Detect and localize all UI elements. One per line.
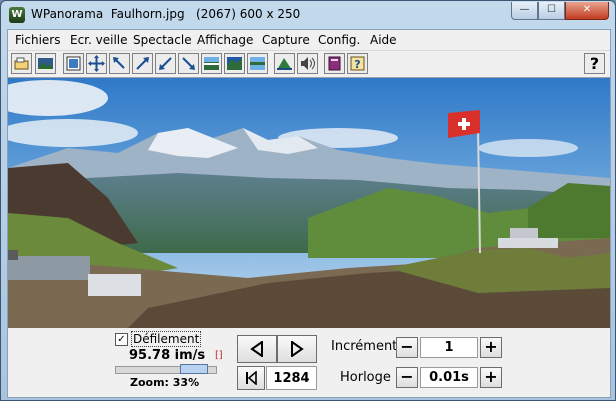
scroll-label[interactable]: Défilement	[131, 331, 202, 347]
sound-icon	[301, 57, 315, 70]
minimize-button[interactable]: —	[511, 2, 538, 20]
menu-affichage[interactable]: Affichage	[197, 33, 253, 47]
picture-icon	[38, 58, 53, 69]
sound-button[interactable]	[297, 53, 318, 74]
skip-start-icon	[246, 371, 257, 385]
speed-readout: 95.78 im/s	[129, 348, 206, 363]
zoom-slider[interactable]	[115, 364, 217, 374]
zoom-slider-thumb[interactable]	[179, 364, 208, 374]
arrow-upright-button[interactable]	[132, 53, 153, 74]
first-frame-button[interactable]	[237, 366, 265, 390]
title-bar[interactable]: W WPanorama Faulhorn.jpg (2067) 600 x 25…	[1, 1, 615, 29]
fit-window-icon	[66, 56, 81, 71]
landscape-button[interactable]	[274, 53, 295, 74]
increment-field[interactable]: 1	[420, 337, 478, 358]
help-button[interactable]: ?	[584, 53, 605, 74]
shrink-icon	[113, 57, 125, 69]
landscape-icon	[277, 58, 292, 70]
clock-field[interactable]: 0.01s	[420, 367, 478, 388]
panorama-top-icon	[204, 57, 219, 70]
panorama-bottom-button[interactable]	[247, 53, 268, 74]
arrow-downright-button[interactable]	[178, 53, 199, 74]
scroll-checkbox[interactable]: ✓	[115, 333, 128, 346]
menu-aide[interactable]: Aide	[370, 33, 397, 47]
close-button[interactable]: ✕	[565, 2, 609, 20]
zoom-readout: Zoom: 33%	[130, 376, 200, 389]
svg-text:?: ?	[354, 58, 360, 71]
shrink-button[interactable]	[109, 53, 130, 74]
clock-plus-button[interactable]: +	[480, 367, 502, 388]
reel-icon: ⁅⁆	[215, 350, 223, 361]
arrow-downleft-button[interactable]	[155, 53, 176, 74]
arrow-downright-icon	[182, 57, 195, 70]
increment-plus-button[interactable]: +	[480, 337, 502, 358]
expand-all-button[interactable]	[86, 53, 107, 74]
picture-button[interactable]	[35, 53, 56, 74]
triangle-right-icon	[291, 341, 304, 357]
menu-spectacle[interactable]: Spectacle	[133, 33, 192, 47]
next-button[interactable]	[277, 335, 317, 363]
triangle-left-icon	[250, 341, 263, 357]
panorama-top-button[interactable]	[201, 53, 222, 74]
menu-config[interactable]: Config.	[318, 33, 360, 47]
menu-capture[interactable]: Capture	[262, 33, 310, 47]
panorama-bottom-icon	[250, 57, 265, 70]
expand-all-icon	[88, 55, 105, 72]
increment-label: Incrément	[331, 339, 398, 354]
open-icon	[14, 57, 29, 70]
open-button[interactable]	[11, 53, 32, 74]
menu-bar: Fichiers Ecr. veille Spectacle Affichage…	[8, 30, 610, 51]
toolbar: ? ?	[8, 51, 610, 78]
client-area: Fichiers Ecr. veille Spectacle Affichage…	[7, 29, 611, 398]
wpanorama-app-icon[interactable]: W	[9, 7, 25, 23]
book-button[interactable]	[324, 53, 345, 74]
arrow-downleft-icon	[159, 57, 172, 70]
playback-controls: ✓ Défilement 95.78 im/s ⁅⁆ Zoom: 33% 128…	[8, 328, 610, 397]
window-controls: — ☐ ✕	[511, 2, 609, 20]
clock-minus-button[interactable]: −	[396, 367, 418, 388]
clock-label: Horloge	[340, 370, 391, 385]
app-window: W WPanorama Faulhorn.jpg (2067) 600 x 25…	[0, 0, 616, 401]
arrow-upright-icon	[136, 57, 149, 70]
panorama-mid-button[interactable]	[224, 53, 245, 74]
increment-minus-button[interactable]: −	[396, 337, 418, 358]
menu-ecr-veille[interactable]: Ecr. veille	[70, 33, 128, 47]
frame-field[interactable]: 1284	[266, 366, 317, 390]
book-icon	[328, 56, 341, 71]
maximize-button[interactable]: ☐	[538, 2, 565, 20]
help-book-icon: ?	[350, 56, 365, 71]
panorama-image[interactable]	[8, 78, 610, 328]
help-book-button[interactable]: ?	[347, 53, 368, 74]
menu-fichiers[interactable]: Fichiers	[15, 33, 60, 47]
previous-button[interactable]	[237, 335, 277, 363]
window-title: WPanorama Faulhorn.jpg (2067) 600 x 250	[31, 7, 301, 21]
fit-window-button[interactable]	[63, 53, 84, 74]
panorama-mid-icon	[227, 57, 242, 70]
